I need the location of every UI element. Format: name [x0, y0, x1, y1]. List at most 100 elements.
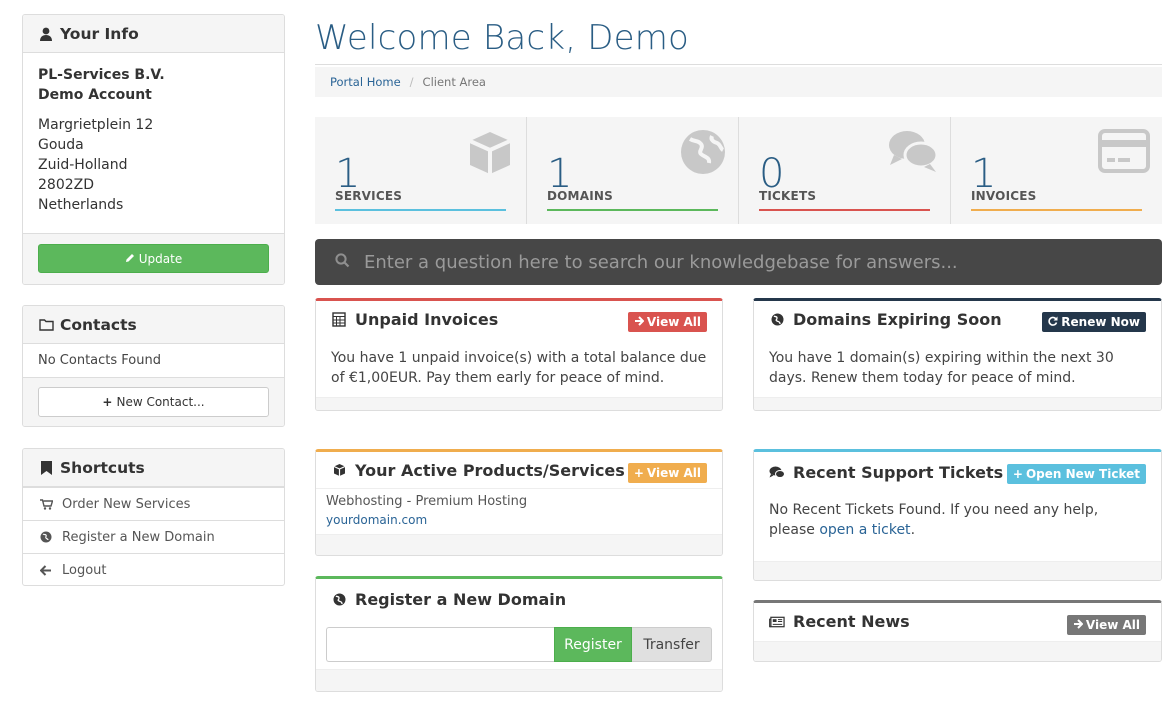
- domains-label: DOMAINS: [547, 189, 613, 203]
- no-contacts-text: No Contacts Found: [38, 353, 161, 368]
- shortcut-label: Register a New Domain: [62, 529, 215, 545]
- support-tickets-body: No Recent Tickets Found. If you need any…: [754, 492, 1161, 550]
- recent-news-title: Recent News: [793, 612, 910, 631]
- services-bar: [335, 209, 506, 211]
- product-name: Webhosting - Premium Hosting: [326, 494, 528, 509]
- view-all-label: View All: [646, 466, 701, 480]
- pencil-icon: [125, 252, 135, 266]
- recent-news-panel: Recent News View All: [753, 600, 1162, 662]
- invoices-bar: [971, 209, 1142, 211]
- domains-bar: [547, 209, 718, 211]
- register-domain-panel: Register a New Domain Register Transfer: [315, 576, 723, 692]
- unpaid-invoices-text: You have 1 unpaid invoice(s) with a tota…: [331, 350, 707, 386]
- products-view-all-button[interactable]: + View All: [627, 463, 707, 483]
- globe-icon: [331, 593, 347, 606]
- tickets-bar: [759, 209, 930, 211]
- tile-tickets[interactable]: 0 TICKETS: [739, 117, 951, 224]
- renew-now-label: Renew Now: [1061, 315, 1140, 329]
- support-tickets-header: Recent Support Tickets + Open New Ticket: [754, 452, 1161, 492]
- product-item[interactable]: Webhosting - Premium Hosting yourdomain.…: [316, 489, 722, 529]
- active-products-title: Your Active Products/Services: [355, 460, 625, 480]
- folder-icon: [38, 317, 54, 333]
- newspaper-icon: [769, 616, 785, 628]
- account-name: Demo Account: [38, 87, 152, 103]
- support-tickets-footer: [754, 561, 1161, 580]
- cube-icon: [331, 463, 347, 477]
- knowledgebase-search[interactable]: Enter a question here to search our know…: [315, 239, 1162, 285]
- register-domain-title: Register a New Domain: [355, 589, 567, 609]
- transfer-button[interactable]: Transfer: [632, 627, 712, 662]
- credit-card-icon: [1098, 129, 1150, 177]
- globe-icon: [38, 531, 54, 543]
- domains-expiring-header: Domains Expiring Soon Renew Now: [754, 301, 1161, 338]
- shortcut-label: Logout: [62, 562, 107, 578]
- arrow-right-icon: [634, 315, 645, 329]
- shortcuts-title: Shortcuts: [60, 458, 145, 477]
- news-view-all-button[interactable]: View All: [1066, 615, 1146, 635]
- unpaid-invoices-panel: Unpaid Invoices View All You have 1 unpa…: [315, 298, 723, 411]
- view-all-label: View All: [646, 315, 701, 329]
- open-ticket-link[interactable]: open a ticket: [819, 522, 910, 538]
- arrow-left-icon: [38, 564, 54, 576]
- breadcrumb-portal-home[interactable]: Portal Home: [330, 75, 401, 89]
- renew-now-button[interactable]: Renew Now: [1042, 312, 1146, 332]
- unpaid-invoices-header: Unpaid Invoices View All: [316, 301, 722, 338]
- your-info-panel: Your Info PL-Services B.V. Demo Account …: [22, 14, 285, 285]
- page-title: Welcome Back, Demo: [315, 18, 690, 58]
- shortcut-order-new-services[interactable]: Order New Services: [23, 487, 284, 520]
- register-button[interactable]: Register: [554, 627, 632, 662]
- address-line: 2802ZD: [38, 177, 94, 193]
- shortcut-register-domain[interactable]: Register a New Domain: [23, 520, 284, 553]
- unpaid-invoices-footer: [316, 397, 722, 410]
- shortcut-logout[interactable]: Logout: [23, 553, 284, 585]
- support-tickets-text-end: .: [910, 522, 916, 538]
- update-label: Update: [138, 251, 183, 266]
- support-tickets-title: Recent Support Tickets: [793, 462, 1004, 482]
- services-label: SERVICES: [335, 189, 403, 203]
- support-tickets-panel: Recent Support Tickets + Open New Ticket…: [753, 449, 1162, 581]
- new-contact-button[interactable]: + New Contact...: [38, 387, 269, 417]
- recent-news-header: Recent News View All: [754, 603, 1161, 640]
- update-button[interactable]: Update: [38, 244, 269, 273]
- active-products-panel: Your Active Products/Services + View All…: [315, 449, 723, 556]
- recent-news-footer: [754, 641, 1161, 661]
- your-info-title: Your Info: [60, 24, 139, 43]
- arrow-right-icon: [1073, 618, 1084, 632]
- invoices-label: INVOICES: [971, 189, 1037, 203]
- contacts-panel: Contacts No Contacts Found + New Contact…: [22, 305, 285, 427]
- plus-icon: +: [102, 395, 113, 409]
- shortcuts-header: Shortcuts: [23, 449, 284, 487]
- user-icon: [38, 26, 54, 42]
- tile-invoices[interactable]: 1 INVOICES: [951, 117, 1162, 224]
- shortcuts-panel: Shortcuts Order New Services Register a …: [22, 448, 285, 586]
- search-icon: [335, 252, 350, 273]
- new-contact-label: New Contact...: [116, 395, 205, 409]
- breadcrumb: Portal Home / Client Area: [315, 67, 1162, 97]
- cart-icon: [38, 498, 54, 510]
- tile-services[interactable]: 1 SERVICES: [315, 117, 527, 224]
- your-info-header: Your Info: [23, 15, 284, 53]
- refresh-icon: [1048, 315, 1058, 329]
- domains-expiring-text: You have 1 domain(s) expiring within the…: [769, 350, 1114, 386]
- plus-icon: +: [633, 466, 644, 480]
- breadcrumb-client-area: Client Area: [422, 75, 486, 89]
- shortcut-label: Order New Services: [62, 496, 191, 512]
- view-all-label: View All: [1085, 618, 1140, 632]
- unpaid-view-all-button[interactable]: View All: [627, 312, 707, 332]
- address-line: Margrietplein 12: [38, 117, 154, 133]
- tile-domains[interactable]: 1 DOMAINS: [527, 117, 739, 224]
- domain-input[interactable]: [326, 627, 554, 662]
- domains-expiring-footer: [754, 397, 1161, 410]
- stat-tiles: 1 SERVICES 1 DOMAINS 0 TICKETS 1 INVOICE…: [315, 117, 1162, 224]
- contacts-title: Contacts: [60, 315, 137, 334]
- tickets-label: TICKETS: [759, 189, 817, 203]
- calculator-icon: [331, 312, 347, 327]
- active-products-footer: [316, 534, 722, 555]
- register-domain-footer: [316, 669, 722, 691]
- register-domain-header: Register a New Domain: [316, 579, 722, 619]
- unpaid-invoices-title: Unpaid Invoices: [355, 310, 499, 329]
- active-products-header: Your Active Products/Services + View All: [316, 452, 722, 489]
- open-new-ticket-button[interactable]: + Open New Ticket: [1006, 464, 1146, 484]
- address-line: Gouda: [38, 137, 84, 153]
- domains-expiring-panel: Domains Expiring Soon Renew Now You have…: [753, 298, 1162, 411]
